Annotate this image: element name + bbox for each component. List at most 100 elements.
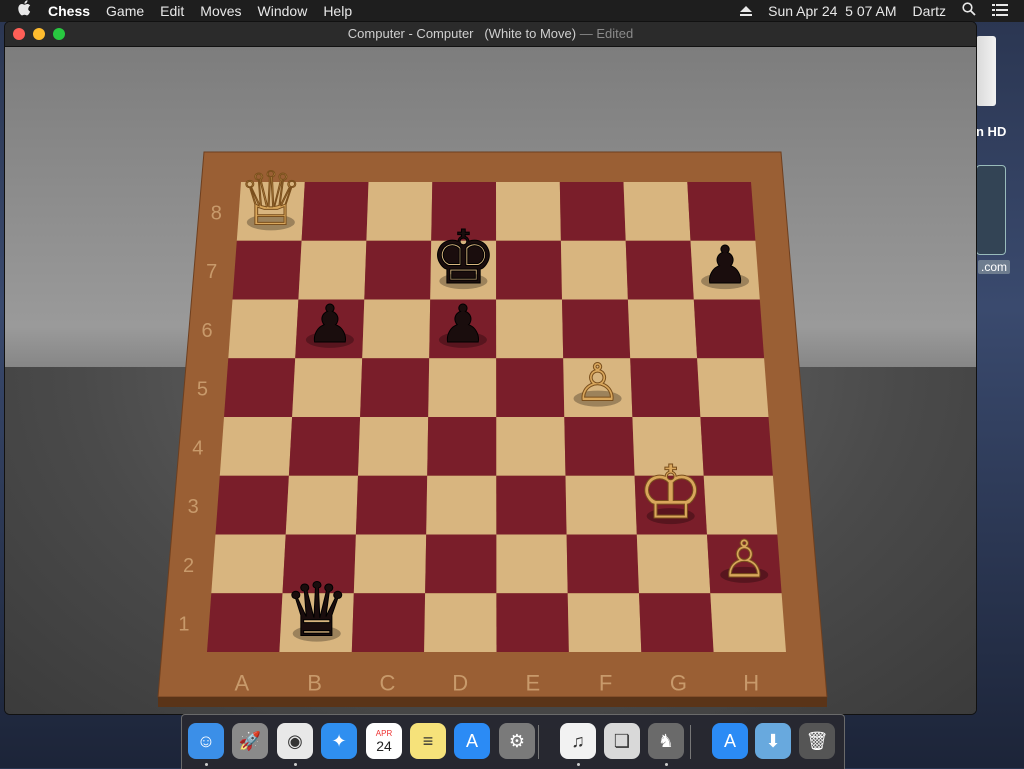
square-a6[interactable] (228, 299, 299, 359)
black-king-icon[interactable]: ♚ (430, 215, 497, 302)
menu-game[interactable]: Game (98, 0, 152, 22)
notes-icon[interactable]: ≡ (410, 723, 446, 759)
square-f1[interactable] (567, 593, 642, 652)
square-g7[interactable] (625, 240, 694, 300)
square-c2[interactable] (353, 534, 427, 594)
chess-board-3d[interactable]: ABCDEFGH 87654321 ♕♚ ♟♟ ♟♙♔♙♛ (5, 47, 976, 714)
gear-icon[interactable]: ⚙ (499, 723, 535, 759)
dock-separator (690, 725, 691, 759)
square-g2[interactable] (636, 534, 711, 594)
user-name[interactable]: Dartz (905, 0, 954, 22)
square-b5[interactable] (292, 358, 363, 417)
square-d2[interactable] (425, 534, 497, 594)
rocket-icon[interactable]: 🚀 (232, 723, 268, 759)
square-e2[interactable] (496, 534, 568, 594)
calendar-icon[interactable]: APR 24 (366, 723, 402, 759)
square-g1[interactable] (639, 593, 714, 652)
square-d4[interactable] (427, 417, 497, 476)
chrome-icon[interactable]: ◉ (277, 723, 313, 759)
rocket-icon-glyph: 🚀 (238, 730, 262, 751)
square-e8[interactable] (496, 182, 561, 241)
square-b8[interactable] (301, 182, 369, 241)
menu-app-name[interactable]: Chess (40, 0, 98, 22)
apple-icon[interactable] (0, 0, 40, 22)
appstore-icon-glyph: A (465, 730, 478, 751)
square-c1[interactable] (351, 593, 426, 652)
square-a2[interactable] (211, 534, 286, 594)
square-e5[interactable] (496, 358, 565, 417)
window-title: Computer - Computer (White to Move) — Ed… (5, 22, 976, 46)
file-label-a: A (235, 671, 250, 696)
square-a1[interactable] (207, 593, 283, 652)
square-h1[interactable] (710, 593, 786, 652)
hard-drive-icon[interactable] (976, 36, 996, 106)
square-g8[interactable] (623, 182, 691, 241)
square-e7[interactable] (496, 240, 562, 300)
black-queen-icon[interactable]: ♛ (283, 567, 350, 654)
preview-icon[interactable]: ❏ (604, 723, 640, 759)
black-pawn-icon[interactable]: ♟ (305, 294, 354, 355)
white-queen-icon[interactable]: ♕ (237, 156, 304, 243)
square-f4[interactable] (564, 417, 635, 476)
square-f6[interactable] (562, 299, 631, 359)
square-a7[interactable] (232, 240, 302, 300)
white-pawn-icon[interactable]: ♙ (720, 529, 769, 590)
menu-moves[interactable]: Moves (192, 0, 249, 22)
square-d1[interactable] (424, 593, 497, 652)
square-f2[interactable] (566, 534, 639, 594)
square-e4[interactable] (496, 417, 566, 476)
square-b3[interactable] (285, 475, 358, 535)
folder-icon[interactable]: ⬇ (755, 723, 791, 759)
menu-window[interactable]: Window (250, 0, 316, 22)
finder-icon[interactable]: ☺ (188, 723, 224, 759)
music-icon[interactable]: ♫ (560, 723, 596, 759)
hard-drive-label[interactable]: n HD (976, 124, 1006, 139)
square-h3[interactable] (703, 475, 778, 535)
square-d5[interactable] (428, 358, 497, 417)
eject-icon[interactable] (732, 0, 760, 22)
square-e3[interactable] (496, 475, 567, 535)
square-h6[interactable] (693, 299, 765, 359)
trash-icon[interactable]: 🗑 (799, 723, 835, 759)
square-h8[interactable] (687, 182, 756, 241)
list-icon[interactable] (984, 0, 1024, 22)
white-king-icon[interactable]: ♔ (637, 450, 704, 537)
square-f3[interactable] (565, 475, 637, 535)
square-g5[interactable] (630, 358, 701, 417)
square-c5[interactable] (360, 358, 430, 417)
square-h4[interactable] (700, 417, 773, 476)
file-label-g: G (670, 671, 687, 696)
black-pawn-icon[interactable]: ♟ (701, 236, 750, 297)
square-c8[interactable] (366, 182, 433, 241)
square-e6[interactable] (496, 299, 564, 359)
chess-icon[interactable]: ♞ (648, 723, 684, 759)
square-f8[interactable] (559, 182, 626, 241)
square-f7[interactable] (560, 240, 628, 300)
square-h5[interactable] (697, 358, 769, 417)
chrome-icon-glyph: ◉ (287, 730, 303, 751)
clock-datetime[interactable]: Sun Apr 24 5 07 AM (760, 0, 904, 22)
search-icon[interactable] (954, 0, 984, 22)
square-c7[interactable] (364, 240, 432, 300)
safari-icon[interactable]: ✦ (321, 723, 357, 759)
appstore-icon[interactable]: A (454, 723, 490, 759)
desktop-web-label[interactable]: .com (978, 260, 1011, 274)
title-bar[interactable]: Computer - Computer (White to Move) — Ed… (5, 22, 976, 47)
square-c3[interactable] (355, 475, 428, 535)
square-e1[interactable] (496, 593, 569, 652)
download-icon[interactable]: A (712, 723, 748, 759)
square-c4[interactable] (358, 417, 429, 476)
square-a3[interactable] (215, 475, 289, 535)
black-pawn-icon[interactable]: ♟ (438, 294, 487, 355)
menu-edit[interactable]: Edit (152, 0, 192, 22)
square-d3[interactable] (426, 475, 497, 535)
square-b7[interactable] (298, 240, 367, 300)
square-b4[interactable] (288, 417, 361, 476)
square-c6[interactable] (362, 299, 431, 359)
square-g6[interactable] (627, 299, 698, 359)
desktop-app-icon[interactable] (976, 165, 1006, 255)
square-a4[interactable] (219, 417, 293, 476)
menu-help[interactable]: Help (315, 0, 360, 22)
white-pawn-icon[interactable]: ♙ (573, 353, 622, 414)
square-a5[interactable] (224, 358, 296, 417)
